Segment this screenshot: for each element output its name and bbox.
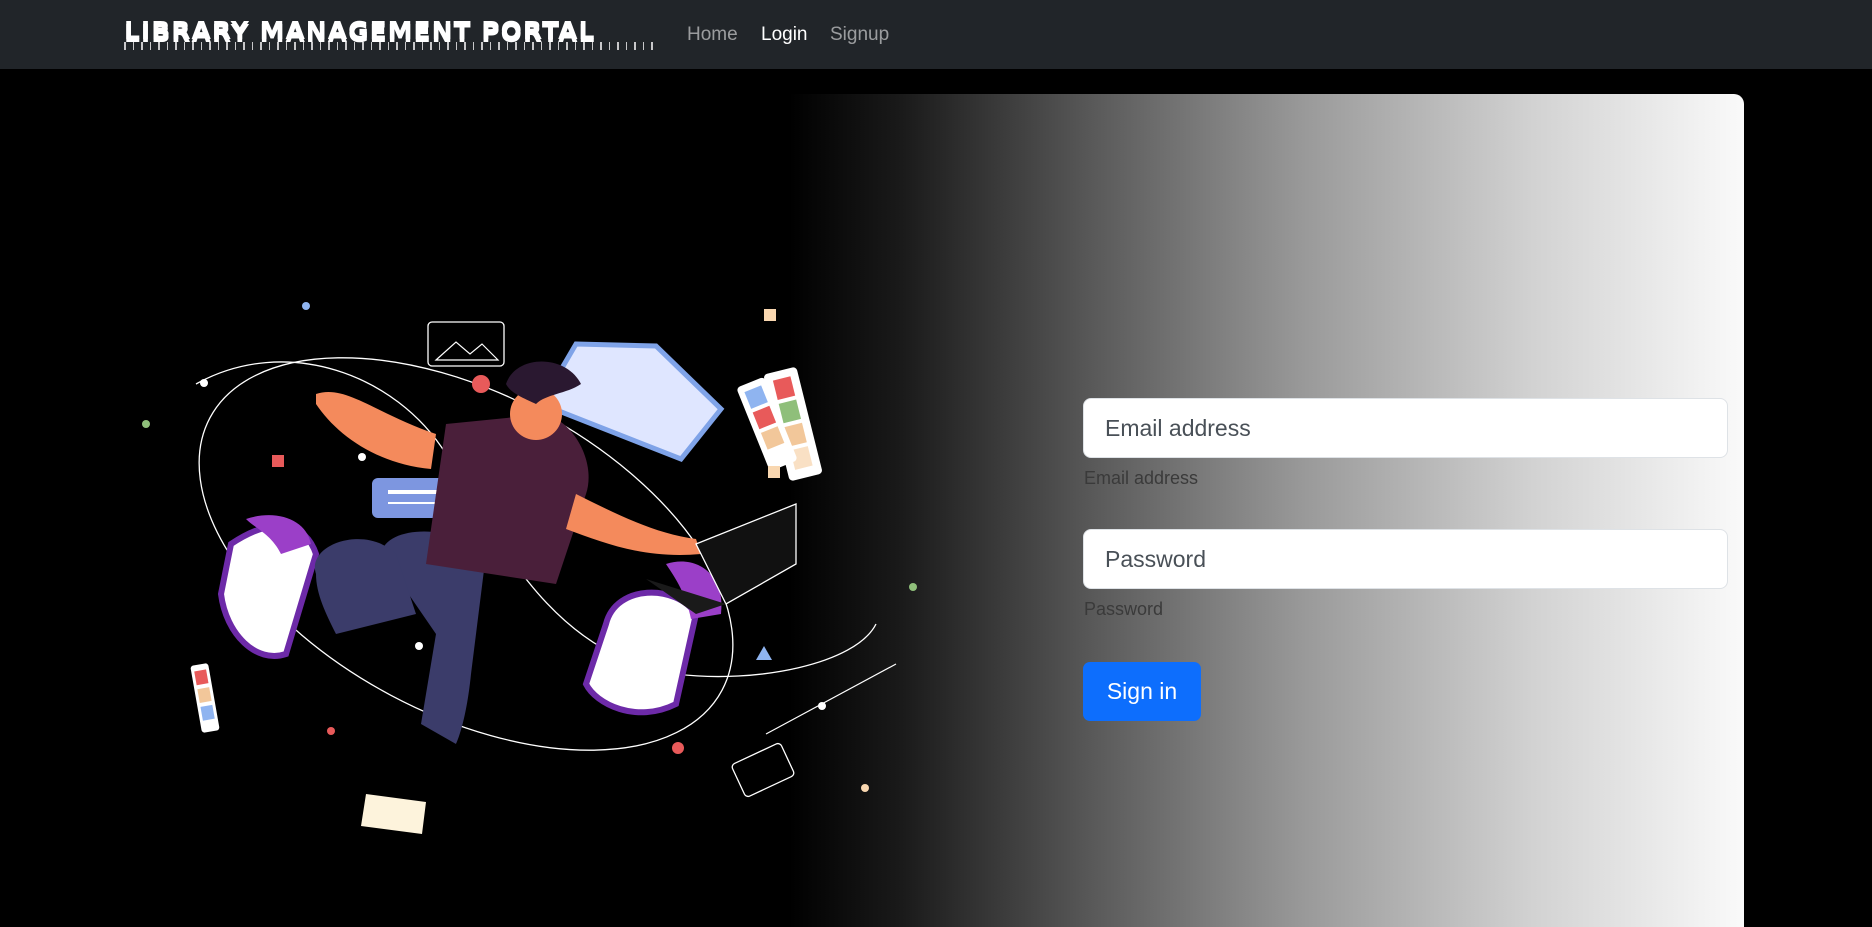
nav-link-signup[interactable]: Signup [830,24,889,46]
email-label: Email address [1084,468,1199,488]
nav-link-login[interactable]: Login [761,24,808,46]
person-working-illustration [142,302,917,834]
brand-logo[interactable]: LIBRARY MANAGEMENT PORTAL [124,16,595,45]
orbit-node [415,642,423,650]
brand-drip-decoration [124,42,656,50]
navbar: LIBRARY MANAGEMENT PORTAL Home Login Sig… [0,0,1872,69]
pointer-line [765,663,897,735]
sign-in-button[interactable]: Sign in [1083,662,1201,721]
orbit-node [818,702,826,710]
orbit-node [200,379,208,387]
page-icon [582,589,700,716]
image-icon [427,321,505,367]
email-input[interactable] [1083,398,1728,458]
password-input[interactable] [1083,529,1728,589]
orbit-node [358,453,366,461]
person-arm [316,392,436,469]
nav-link-home[interactable]: Home [687,24,738,46]
login-card: Email address Password Sign in [124,94,1744,927]
person-torso [426,414,589,584]
password-label: Password [1084,599,1164,619]
